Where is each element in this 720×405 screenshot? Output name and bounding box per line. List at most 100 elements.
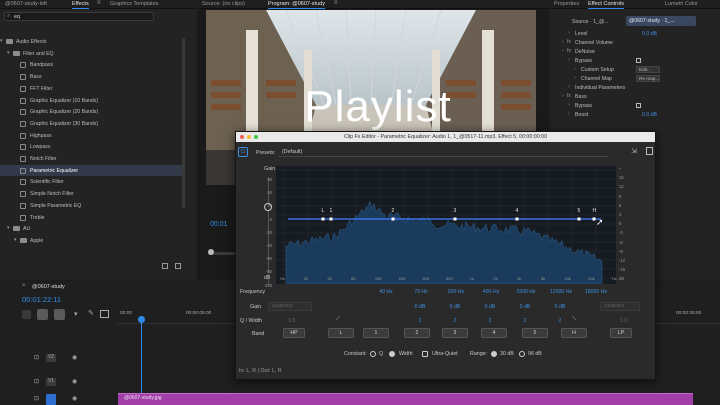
tree-item[interactable]: FFT Filter bbox=[0, 83, 184, 95]
band-button-5[interactable]: 5 bbox=[522, 328, 548, 338]
effect-control-row[interactable]: › fx Bass bbox=[550, 92, 720, 101]
chevron-right-icon[interactable]: › bbox=[562, 93, 564, 99]
zoom-window-icon[interactable] bbox=[254, 135, 258, 139]
edit-button[interactable]: Edit... bbox=[636, 65, 660, 73]
tab-lumetri-color[interactable]: Lumetri Color bbox=[665, 1, 698, 7]
band-gain-value[interactable]: 0 dB bbox=[547, 304, 573, 310]
chevron-down-icon[interactable]: ▾ bbox=[0, 38, 3, 44]
tree-item[interactable]: ▾ Filter and EQ bbox=[0, 48, 184, 60]
track-label[interactable]: V2 bbox=[46, 354, 56, 362]
tree-item[interactable]: Simple Parametric EQ bbox=[0, 200, 184, 212]
chevron-right-icon[interactable]: › bbox=[574, 66, 576, 72]
eq-band-node[interactable] bbox=[515, 217, 519, 221]
playhead-handle[interactable] bbox=[208, 249, 214, 255]
window-titlebar[interactable]: Clip Fx Editor - Parametric Equalizer: A… bbox=[236, 132, 655, 142]
chevron-right-icon[interactable]: › bbox=[574, 75, 576, 81]
tab-effect-controls[interactable]: Effect Controls bbox=[588, 1, 624, 9]
bypass-checkbox[interactable] bbox=[636, 57, 641, 63]
effect-control-row[interactable]: › Bypass bbox=[550, 56, 720, 65]
lock-icon[interactable]: ⊡ bbox=[34, 395, 39, 402]
effect-control-row[interactable]: › Individual Parameters bbox=[550, 83, 720, 92]
new-bin-icon[interactable] bbox=[162, 263, 168, 269]
tree-item[interactable]: Scientific Filter bbox=[0, 176, 184, 188]
track-target[interactable] bbox=[46, 394, 56, 405]
close-window-icon[interactable] bbox=[240, 135, 244, 139]
ultra-quiet-checkbox[interactable] bbox=[422, 351, 428, 357]
chevron-right-icon[interactable]: › bbox=[562, 39, 564, 45]
timeline-timecode[interactable]: 00:01:22:11 bbox=[22, 295, 61, 304]
band-q-value[interactable]: 2 bbox=[407, 318, 433, 324]
band-q-far-value[interactable]: 1.0 bbox=[620, 318, 627, 324]
band-frequency-value[interactable]: 3200 Hz bbox=[513, 289, 539, 295]
hp-slope-dropdown[interactable]: 24dB/Oct bbox=[268, 302, 312, 311]
tab-properties[interactable]: Properties bbox=[554, 1, 579, 7]
effect-control-value[interactable]: 0.0 dB bbox=[642, 31, 657, 37]
band-button-3[interactable]: 3 bbox=[442, 328, 468, 338]
band-gain-value[interactable]: 0 dB bbox=[512, 304, 538, 310]
band-button-lp[interactable]: LP bbox=[610, 328, 632, 338]
effect-control-row[interactable]: › Bypass bbox=[550, 101, 720, 110]
chevron-right-icon[interactable]: › bbox=[568, 111, 570, 117]
tree-item[interactable]: Lowpass bbox=[0, 141, 184, 153]
band-frequency-value[interactable]: 18000 Hz bbox=[583, 289, 609, 295]
tree-item[interactable]: Highpass bbox=[0, 130, 184, 142]
eye-icon[interactable]: ◉ bbox=[72, 378, 77, 385]
save-preset-icon[interactable]: ⇲ bbox=[631, 147, 637, 155]
tree-item[interactable]: ▾ Apple bbox=[0, 235, 184, 247]
chevron-down-icon[interactable]: ▾ bbox=[14, 237, 17, 243]
edit-button[interactable]: Re-map... bbox=[636, 74, 660, 82]
timeline-name[interactable]: @0607-study bbox=[32, 284, 65, 290]
band-frequency-value[interactable]: 40 Hz bbox=[373, 289, 399, 295]
search-input[interactable]: eq bbox=[14, 14, 20, 20]
tree-item[interactable]: Bass bbox=[0, 71, 184, 83]
chevron-right-icon[interactable]: › bbox=[568, 102, 570, 108]
panel-menu-icon[interactable]: ≡ bbox=[97, 0, 101, 6]
fx-icon[interactable]: fx bbox=[567, 93, 571, 99]
band-frequency-value[interactable]: 400 Hz bbox=[478, 289, 504, 295]
track-label[interactable]: V1 bbox=[46, 378, 56, 386]
tree-item[interactable]: Simple Notch Filter bbox=[0, 188, 184, 200]
fx-icon[interactable]: fx bbox=[567, 48, 571, 54]
range-30db-radio[interactable] bbox=[491, 351, 497, 357]
tree-item[interactable]: Notch Filter bbox=[0, 153, 184, 165]
range-96db-radio[interactable] bbox=[519, 351, 525, 357]
chevron-right-icon[interactable]: › bbox=[568, 30, 570, 36]
band-button-l[interactable]: L bbox=[328, 328, 354, 338]
eq-graph[interactable]: L1 2 3 4 5 H bbox=[276, 166, 616, 284]
marker-icon[interactable]: ▾ bbox=[74, 310, 78, 318]
captions-icon[interactable] bbox=[100, 310, 109, 318]
eq-band-node[interactable] bbox=[577, 217, 581, 221]
search-box[interactable]: ⌕ eq bbox=[4, 12, 154, 21]
tab-project[interactable]: @0607-study-left bbox=[5, 1, 47, 7]
band-button-2[interactable]: 2 bbox=[404, 328, 430, 338]
band-gain-value[interactable]: 0 dB bbox=[407, 304, 433, 310]
chevron-down-icon[interactable]: ▾ bbox=[7, 225, 10, 231]
wrench-icon[interactable]: ✎ bbox=[88, 309, 94, 317]
delete-preset-icon[interactable] bbox=[646, 147, 653, 155]
effect-control-row[interactable]: › Level 0.0 dB bbox=[550, 29, 720, 38]
eye-icon[interactable]: ◉ bbox=[72, 395, 77, 402]
tree-item[interactable]: Treble bbox=[0, 212, 184, 224]
effect-control-row[interactable]: › Channel Map Re-map... bbox=[550, 74, 720, 83]
source-clip-label[interactable]: Source · 1_@... bbox=[572, 19, 608, 25]
timeline-clip[interactable]: @0607-study.jpg bbox=[118, 393, 693, 405]
band-gain-value[interactable]: 0 dB bbox=[477, 304, 503, 310]
band-q-value[interactable]: 2 bbox=[477, 318, 503, 324]
lock-icon[interactable]: ⊡ bbox=[34, 378, 39, 385]
playhead-line[interactable] bbox=[141, 317, 142, 405]
eq-band-node[interactable] bbox=[321, 217, 325, 221]
effect-control-row[interactable]: › fx Channel Volume bbox=[550, 38, 720, 47]
tab-graphics-templates[interactable]: Graphics Templates bbox=[110, 1, 159, 7]
constant-q-radio[interactable] bbox=[370, 351, 376, 357]
eye-icon[interactable]: ◉ bbox=[72, 354, 77, 361]
band-frequency-value[interactable]: 70 Hz bbox=[408, 289, 434, 295]
linked-icon[interactable] bbox=[54, 309, 65, 320]
band-q-value[interactable]: 2 bbox=[547, 318, 573, 324]
tree-item[interactable]: ▾ Audio Effects bbox=[0, 36, 184, 48]
eq-band-node[interactable] bbox=[391, 217, 395, 221]
tree-item[interactable]: Graphic Equalizer (10 Bands) bbox=[0, 95, 184, 107]
band-frequency-value[interactable]: 200 Hz bbox=[443, 289, 469, 295]
tree-item[interactable]: Bandpass bbox=[0, 59, 184, 71]
effect-control-value[interactable]: 0.0 dB bbox=[642, 112, 657, 118]
constant-width-radio[interactable] bbox=[389, 351, 395, 357]
